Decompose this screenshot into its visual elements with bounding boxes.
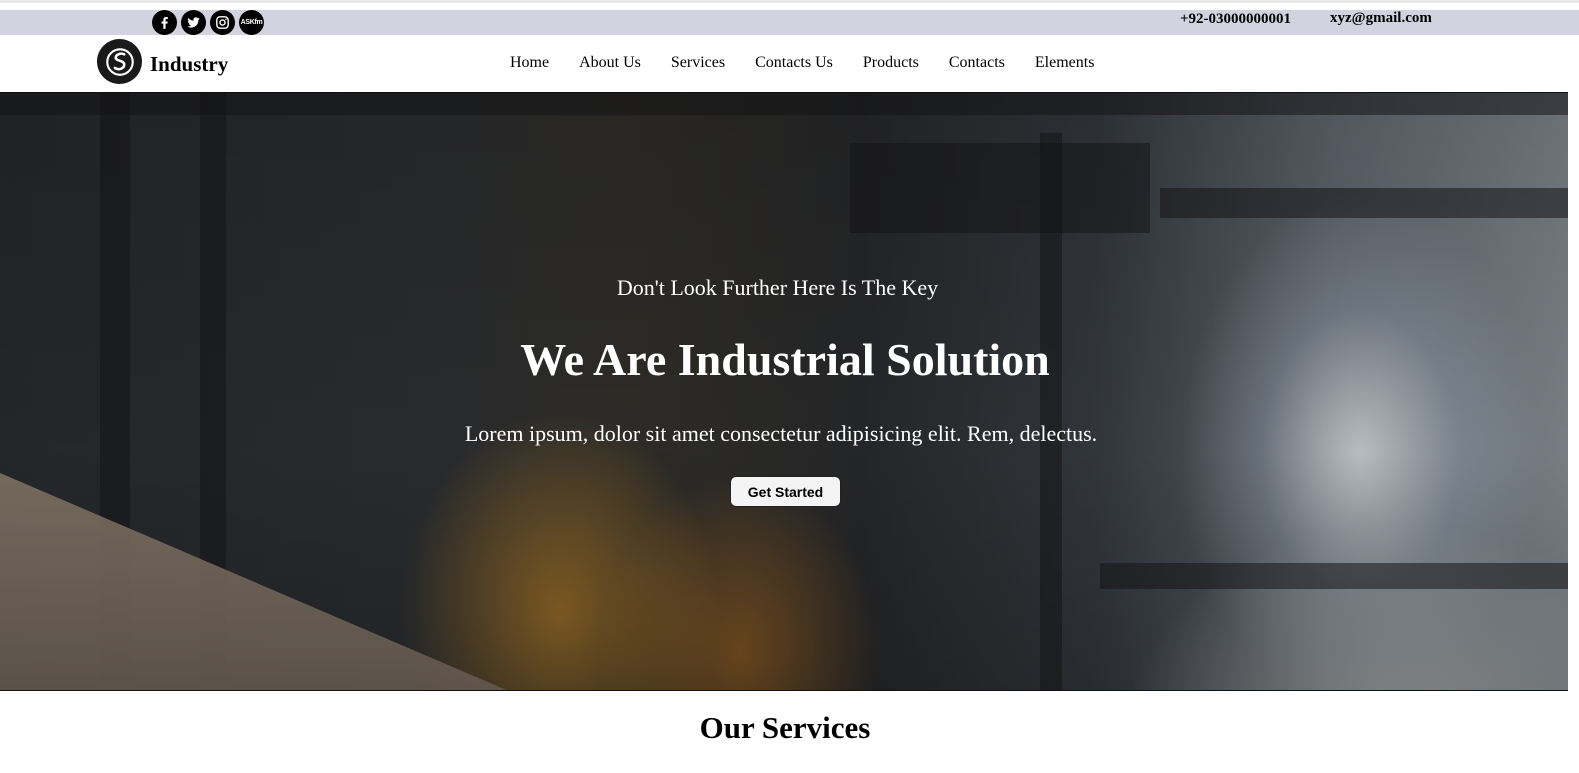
nav-item-home[interactable]: Home [510, 54, 549, 72]
nav-menu: Home About Us Services Contacts Us Produ… [510, 54, 1124, 72]
top-border [0, 0, 1579, 3]
services-heading: Our Services [699, 710, 871, 745]
nav-item-elements[interactable]: Elements [1035, 54, 1095, 72]
contact-email[interactable]: xyz@gmail.com [1330, 10, 1432, 27]
facebook-icon[interactable] [152, 10, 177, 35]
nav-item-services[interactable]: Services [671, 54, 725, 72]
twitter-icon[interactable] [181, 10, 206, 35]
social-links: ASKfm [152, 10, 264, 35]
hero-content: Don't Look Further Here Is The Key We Ar… [0, 93, 1568, 690]
askfm-label: ASKfm [240, 19, 263, 26]
hero-title: We Are Industrial Solution [520, 334, 1050, 385]
top-contact-bar: ASKfm +92-03000000001 xyz@gmail.com [0, 10, 1579, 35]
main-navbar: Industry Home About Us Services Contacts… [0, 35, 1579, 92]
hero-subtitle: Lorem ipsum, dolor sit amet consectetur … [464, 421, 1098, 446]
hero-banner: Don't Look Further Here Is The Key We Ar… [0, 92, 1568, 691]
hero-kicker: Don't Look Further Here Is The Key [616, 275, 939, 300]
nav-item-contacts[interactable]: Contacts [949, 54, 1005, 72]
nav-item-contacts-us[interactable]: Contacts Us [755, 54, 833, 72]
nav-item-products[interactable]: Products [863, 54, 919, 72]
company-logo-icon[interactable] [97, 39, 142, 84]
contact-phone: +92-03000000001 [1180, 11, 1292, 27]
get-started-button[interactable]: Get Started [730, 476, 841, 507]
nav-item-about-us[interactable]: About Us [579, 54, 641, 72]
askfm-icon[interactable]: ASKfm [239, 10, 264, 35]
instagram-icon[interactable] [210, 10, 235, 35]
brand-name[interactable]: Industry [150, 52, 228, 77]
